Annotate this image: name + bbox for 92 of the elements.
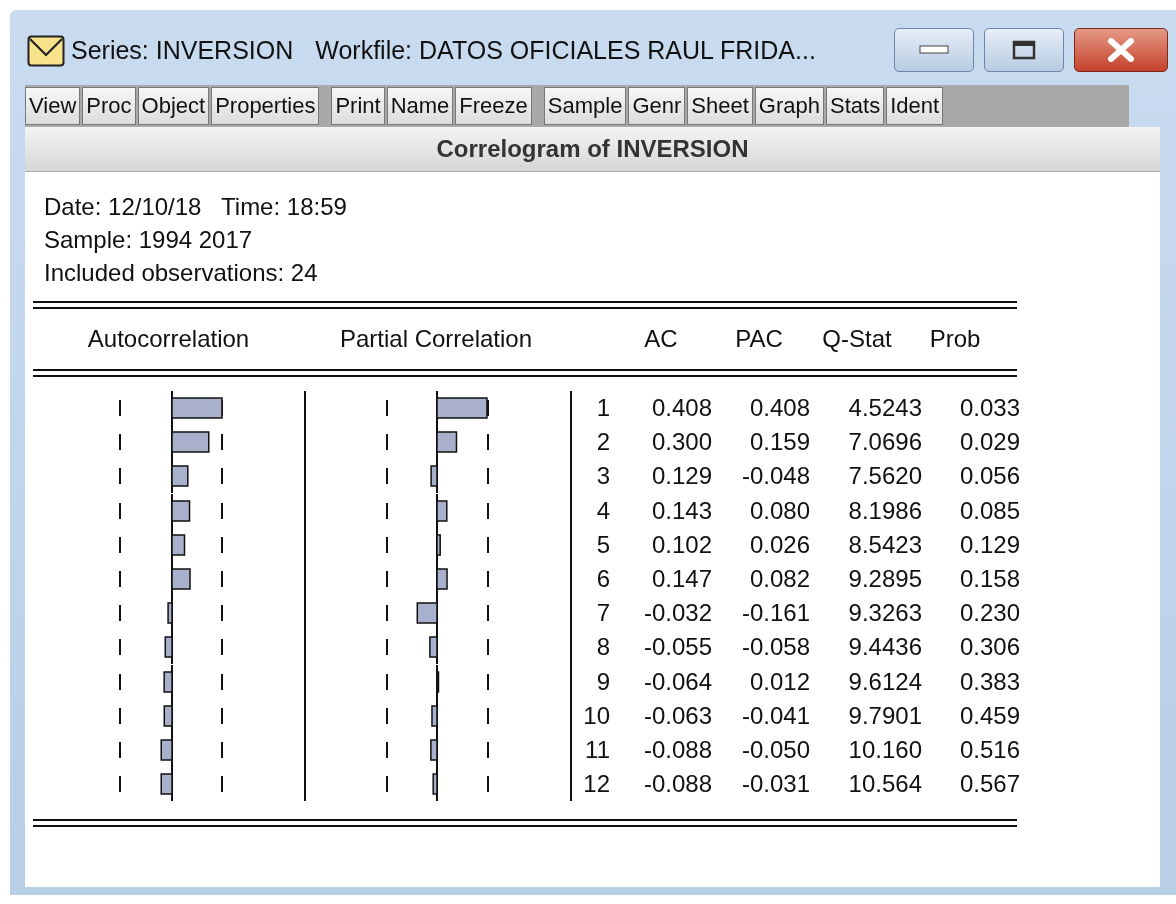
table-cell: 0.056 (959, 462, 1020, 490)
table-cell: 11 (585, 735, 610, 763)
table-cell: 6 (596, 564, 610, 592)
table-cell: 0.129 (959, 530, 1020, 558)
table-cell: 0.383 (959, 667, 1020, 695)
info-text: Date: 12/10/18 Time: 18:59 (44, 193, 347, 220)
table-cell: -0.048 (741, 462, 810, 490)
table-cell: 12 (583, 770, 610, 798)
table-cell: 8.5423 (848, 530, 922, 558)
workfile-title: Workfile: DATOS OFICIALES RAUL FRIDA... (315, 36, 816, 65)
toolbar-button[interactable]: View (25, 87, 81, 125)
table-cell: -0.031 (741, 770, 810, 798)
table-cell: 0.012 (749, 667, 810, 695)
table-cell: -0.058 (741, 633, 810, 661)
table-cell: 0.300 (651, 428, 712, 456)
table-cell: -0.161 (741, 599, 810, 627)
toolbar-button[interactable]: Name (386, 87, 454, 125)
table-cell: 8 (596, 633, 610, 661)
table-cell: 0.306 (959, 633, 1020, 661)
column-header: Q-Stat (822, 325, 892, 352)
envelope-icon (27, 34, 65, 67)
view-title: Correlogram of INVERSION (25, 127, 1160, 172)
table-cell: 8.1986 (848, 496, 922, 524)
toolbar-button[interactable]: Sample (543, 87, 627, 125)
table-cell: 0.129 (651, 462, 712, 490)
table-cell: -0.088 (643, 770, 712, 798)
table-cell: -0.055 (643, 633, 712, 661)
toolbar-button[interactable]: Ident (886, 87, 944, 125)
table-cell: -0.088 (643, 735, 712, 763)
close-icon (1106, 37, 1136, 62)
table-cell: 2 (596, 428, 610, 456)
table-cell: 3 (596, 462, 610, 490)
table-cell: 0.029 (959, 428, 1020, 456)
table-cell: 0.159 (749, 428, 810, 456)
table-cell: 9.7901 (848, 701, 922, 729)
table-cell: 0.082 (749, 564, 810, 592)
table-cell: 9.6124 (848, 667, 922, 695)
close-button[interactable] (1074, 27, 1168, 72)
column-header: AC (644, 325, 678, 352)
toolbar-button[interactable]: Properties (211, 87, 320, 125)
table-cell: 0.408 (749, 394, 810, 421)
table-cell: 0.026 (749, 530, 810, 558)
table-cell: -0.032 (643, 599, 712, 627)
table-cell: 9.4436 (848, 633, 922, 661)
table-cell: 0.408 (651, 394, 712, 421)
table-cell: 0.147 (651, 564, 712, 592)
toolbar-button[interactable]: Freeze (455, 87, 532, 125)
table-cell: -0.063 (643, 701, 712, 729)
toolbar-button[interactable]: Stats (826, 87, 885, 125)
table-cell: 9 (596, 667, 610, 695)
minimize-icon (919, 44, 949, 55)
table-cell: 0.516 (959, 735, 1020, 763)
table-cell: -0.041 (741, 701, 810, 729)
maximize-button[interactable] (984, 27, 1064, 72)
table-cell: -0.064 (643, 667, 712, 695)
toolbar-button[interactable]: Genr (628, 87, 686, 125)
table-cell: 0.102 (651, 530, 712, 558)
table-cell: 9.2895 (848, 564, 922, 592)
column-header: Partial Correlation (339, 325, 533, 352)
table-cell: 0.085 (959, 496, 1020, 524)
table-cell: 0.080 (749, 496, 810, 524)
info-text: Included observations: 24 (44, 259, 318, 286)
table-cell: 10.160 (848, 735, 922, 763)
column-header: Autocorrelation (87, 325, 250, 352)
table-cell: 7 (596, 599, 610, 627)
toolbar-button[interactable]: Sheet (687, 87, 753, 125)
table-cell: 4 (596, 496, 610, 524)
table-cell: 9.3263 (848, 599, 922, 627)
table-cell: 0.158 (959, 564, 1020, 592)
table-cell: 0.459 (959, 701, 1020, 729)
table-cell: 0.033 (959, 394, 1020, 421)
toolbar-button[interactable]: Print (331, 87, 385, 125)
column-header: Prob (929, 325, 981, 352)
table-cell: 0.567 (959, 770, 1020, 798)
table-cell: 5 (596, 530, 610, 558)
table-cell: 0.230 (959, 599, 1020, 627)
minimize-button[interactable] (894, 27, 974, 72)
column-header: PAC (735, 325, 783, 352)
info-text: Sample: 1994 2017 (44, 226, 253, 253)
maximize-icon (1012, 39, 1036, 60)
window-title: Series: INVERSION (71, 36, 294, 65)
table-cell: 7.0696 (848, 428, 922, 456)
table-cell: 0.143 (651, 496, 712, 524)
table-cell: 10 (583, 701, 610, 729)
table-cell: 1 (596, 394, 610, 421)
table-cell: 4.5243 (848, 394, 922, 421)
table-cell: -0.050 (741, 735, 810, 763)
toolbar-button[interactable]: Graph (754, 87, 824, 125)
table-cell: 7.5620 (848, 462, 922, 490)
toolbar-button[interactable]: Proc (82, 87, 136, 125)
toolbar-button[interactable]: Object (137, 87, 210, 125)
table-cell: 10.564 (848, 770, 922, 798)
